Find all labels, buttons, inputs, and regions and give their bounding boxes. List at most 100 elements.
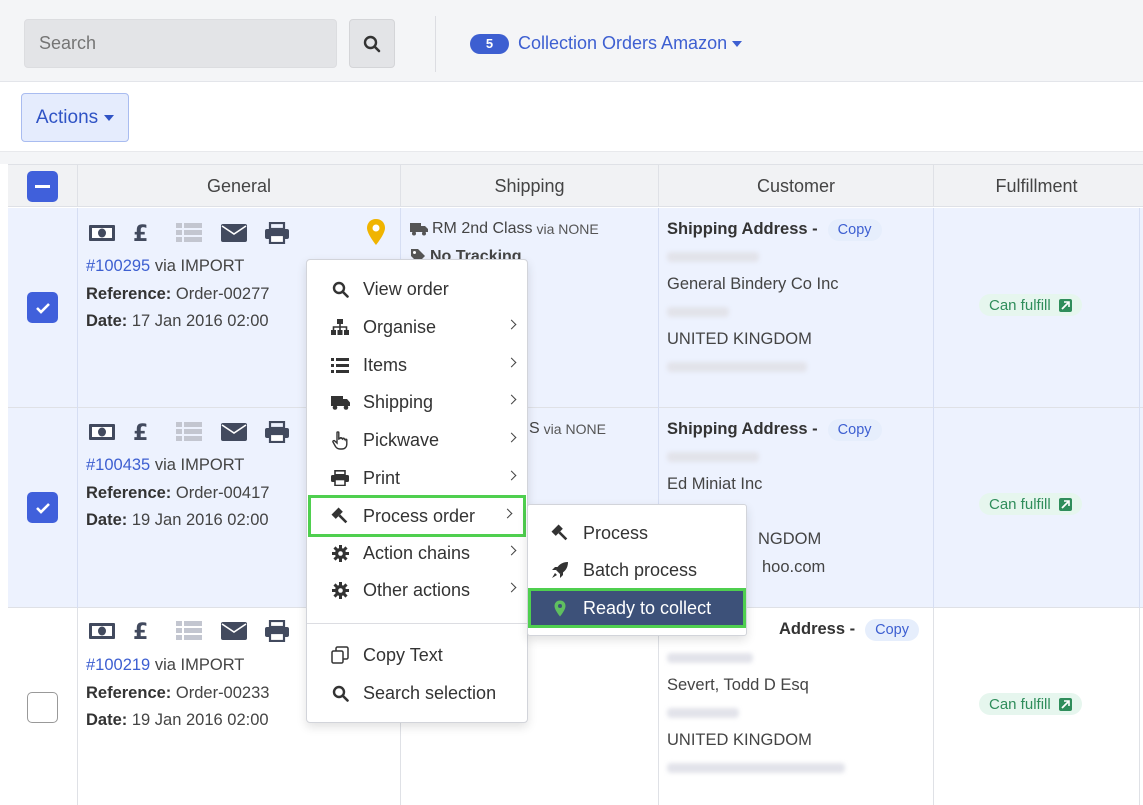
- customer-info: Shipping Address - Copy Ed Miniat Inc: [667, 416, 882, 499]
- cash-icon[interactable]: [88, 419, 132, 445]
- shipping-service-name: RM 2nd Class: [432, 220, 533, 237]
- order-reference: Order-00277: [175, 284, 270, 303]
- pound-icon[interactable]: £: [132, 419, 176, 445]
- row-checkbox[interactable]: [27, 292, 58, 323]
- chevron-down-icon: [104, 114, 115, 121]
- cash-icon[interactable]: [88, 220, 132, 246]
- copy-address-button[interactable]: Copy: [827, 219, 882, 241]
- shipping-service-via: via NONE: [536, 221, 599, 237]
- date-label: Date:: [86, 711, 128, 729]
- map-pin-icon[interactable]: [366, 218, 386, 251]
- chevron-right-icon: [506, 394, 517, 405]
- menu-item-label: Print: [363, 467, 401, 488]
- chevron-right-icon: [506, 357, 517, 368]
- order-id-link[interactable]: #100435: [86, 456, 150, 474]
- chevron-right-icon: [506, 470, 517, 481]
- menu-item-label: Copy Text: [363, 644, 443, 665]
- table-row[interactable]: £ #100295 via IMPORT Reference: Order-00…: [8, 208, 1143, 408]
- printer-icon: [330, 470, 350, 486]
- fulfillment-label: Can fulfill: [989, 495, 1051, 513]
- menu-item-shipping[interactable]: Shipping: [307, 384, 527, 420]
- map-pin-icon: [550, 600, 570, 617]
- gear-icon: [330, 544, 350, 562]
- printer-icon[interactable]: [264, 618, 308, 644]
- actions-button[interactable]: Actions: [21, 93, 129, 142]
- reference-label: Reference:: [86, 284, 172, 303]
- row-checkbox[interactable]: [27, 692, 58, 723]
- printer-icon[interactable]: [264, 220, 308, 246]
- printer-icon[interactable]: [264, 419, 308, 445]
- menu-item-pickwave[interactable]: Pickwave: [307, 422, 527, 458]
- external-link-icon: [1058, 298, 1072, 312]
- menu-item-action-chains[interactable]: Action chains: [307, 535, 527, 571]
- table-icon[interactable]: [176, 618, 220, 644]
- envelope-icon[interactable]: [220, 220, 264, 246]
- search-icon: [363, 35, 381, 52]
- menu-item-search-selection[interactable]: Search selection: [307, 675, 527, 711]
- actions-toolbar: Actions: [0, 82, 1143, 152]
- shipping-service: S via NONE: [529, 420, 606, 438]
- redacted-name: [667, 452, 759, 463]
- column-header-shipping[interactable]: Shipping: [400, 165, 658, 207]
- redacted-name: [667, 252, 759, 263]
- fulfillment-status-badge[interactable]: Can fulfill: [979, 693, 1082, 715]
- submenu-item-label: Process: [583, 522, 649, 543]
- copy-icon: [330, 646, 350, 664]
- collection-dropdown[interactable]: 5 Collection Orders Amazon: [470, 33, 743, 54]
- menu-item-process-order[interactable]: Process order: [308, 495, 526, 537]
- table-row[interactable]: £ #100219 via IMPORT Reference: Order-00…: [8, 608, 1143, 805]
- menu-item-print[interactable]: Print: [307, 460, 527, 496]
- svg-text:£: £: [133, 620, 148, 642]
- submenu-item-label: Ready to collect: [583, 597, 712, 618]
- process-order-submenu: Process Batch process Ready to collect: [527, 504, 747, 636]
- copy-address-button[interactable]: Copy: [865, 619, 919, 641]
- cash-icon[interactable]: [88, 618, 132, 644]
- fulfillment-status-badge[interactable]: Can fulfill: [979, 493, 1082, 515]
- spacer: [0, 152, 1143, 164]
- gavel-icon: [330, 507, 350, 525]
- envelope-icon[interactable]: [220, 618, 264, 644]
- table-icon[interactable]: [176, 220, 220, 246]
- customer-country: UNITED KINGDOM: [667, 730, 812, 749]
- order-id-link[interactable]: #100295: [86, 257, 150, 275]
- hand-pointer-icon: [330, 430, 350, 450]
- submenu-item-label: Batch process: [583, 559, 698, 580]
- menu-item-view-order[interactable]: View order: [307, 271, 527, 307]
- order-id-link[interactable]: #100219: [86, 656, 150, 674]
- column-header-customer[interactable]: Customer: [658, 165, 933, 207]
- table-icon[interactable]: [176, 419, 220, 445]
- menu-item-copy-text[interactable]: Copy Text: [307, 637, 527, 673]
- menu-item-organise[interactable]: Organise: [307, 309, 527, 345]
- customer-email: hoo.com: [762, 558, 826, 576]
- external-link-icon: [1058, 697, 1072, 711]
- menu-item-other-actions[interactable]: Other actions: [307, 572, 527, 608]
- search-input[interactable]: [24, 19, 337, 68]
- order-date: 17 Jan 2016 02:00: [131, 312, 269, 330]
- order-general-info: #100295 via IMPORT Reference: Order-0027…: [86, 253, 269, 336]
- context-menu: View order Organise Items Shipping Pickw…: [306, 259, 528, 723]
- order-general-info: #100435 via IMPORT Reference: Order-0041…: [86, 452, 269, 535]
- menu-item-items[interactable]: Items: [307, 347, 527, 383]
- submenu-item-ready-to-collect[interactable]: Ready to collect: [528, 588, 746, 628]
- shipping-service-name: S: [529, 420, 540, 437]
- submenu-item-batch-process[interactable]: Batch process: [528, 552, 746, 588]
- pound-icon[interactable]: £: [132, 220, 176, 246]
- customer-country: NGDOM: [758, 530, 822, 548]
- copy-address-button[interactable]: Copy: [827, 419, 882, 441]
- column-header-fulfillment[interactable]: Fulfillment: [933, 165, 1139, 207]
- svg-text:£: £: [133, 421, 148, 443]
- submenu-item-process[interactable]: Process: [528, 515, 746, 551]
- order-action-icons: £: [88, 419, 308, 445]
- chevron-right-icon: [506, 545, 517, 556]
- order-source: via IMPORT: [154, 656, 245, 674]
- chevron-down-icon: [732, 40, 743, 47]
- column-header-general[interactable]: General: [77, 165, 400, 207]
- select-all-checkbox[interactable]: [27, 171, 58, 202]
- check-icon: [35, 502, 50, 514]
- row-checkbox[interactable]: [27, 492, 58, 523]
- envelope-icon[interactable]: [220, 419, 264, 445]
- search-button[interactable]: [349, 19, 395, 68]
- pound-icon[interactable]: £: [132, 618, 176, 644]
- gavel-icon: [550, 524, 570, 542]
- fulfillment-status-badge[interactable]: Can fulfill: [979, 294, 1082, 316]
